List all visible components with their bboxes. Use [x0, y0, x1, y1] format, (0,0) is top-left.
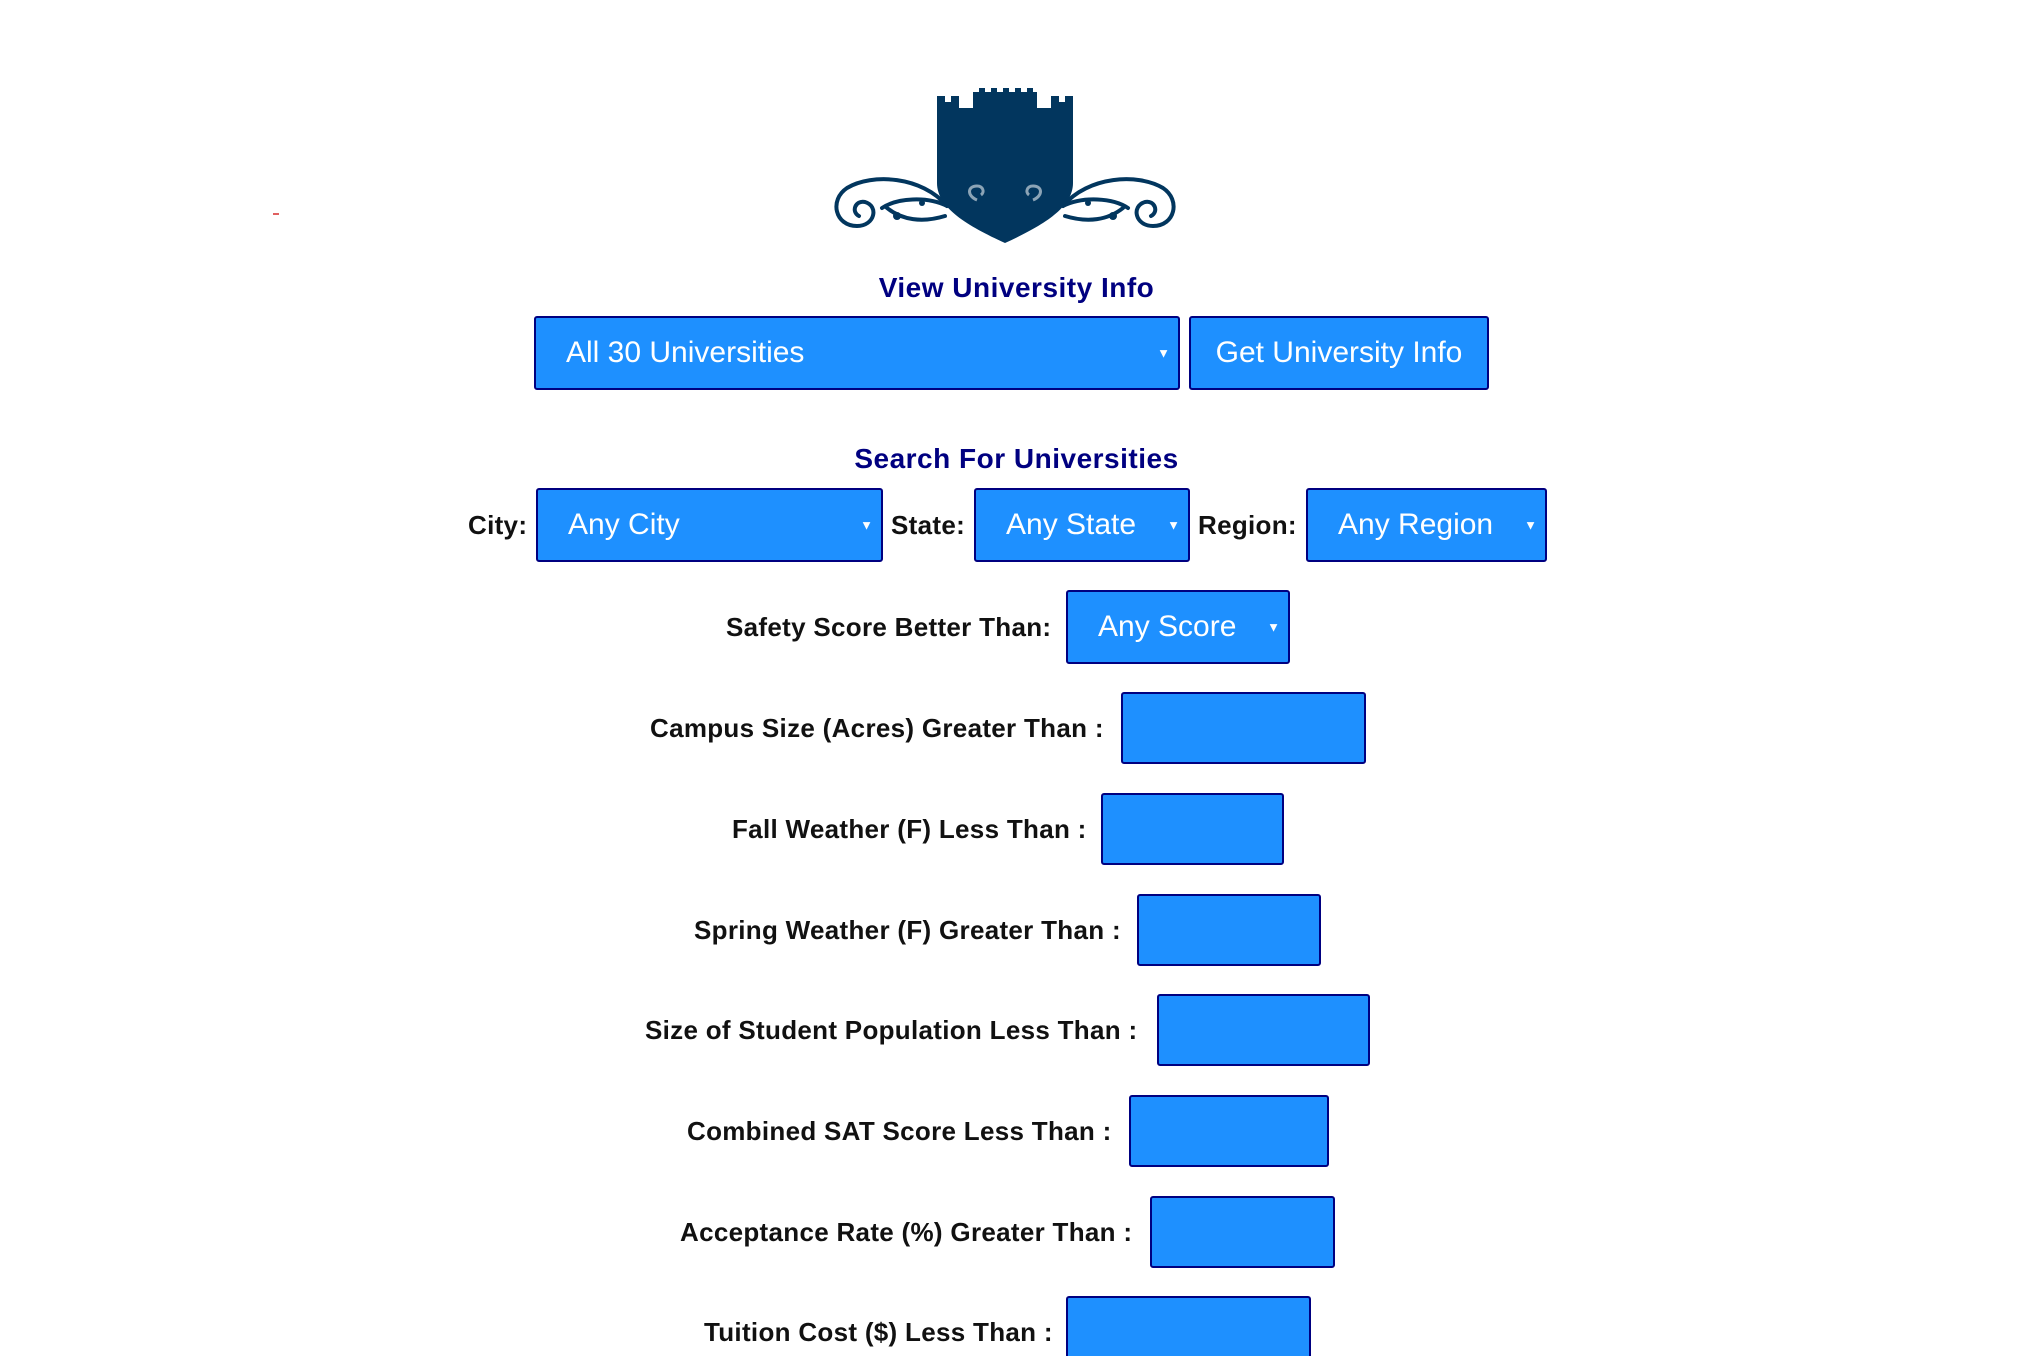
spring-weather-label: Spring Weather (F) Greater Than :: [694, 915, 1121, 945]
state-label: State:: [891, 510, 966, 540]
university-select-value: All 30 Universities: [566, 336, 805, 369]
city-select-value: Any City: [568, 508, 680, 541]
dropdown-arrow-icon: ▼: [1267, 619, 1280, 635]
dropdown-arrow-icon: ▼: [1157, 345, 1170, 361]
dropdown-arrow-icon: ▼: [1524, 517, 1537, 533]
sat-score-input[interactable]: [1129, 1095, 1329, 1167]
state-select[interactable]: Any State ▼: [974, 488, 1190, 562]
acceptance-rate-label: Acceptance Rate (%) Greater Than :: [680, 1217, 1133, 1247]
page: View University Info All 30 Universities…: [0, 0, 2033, 1356]
student-population-label: Size of Student Population Less Than :: [645, 1015, 1138, 1045]
fall-weather-label: Fall Weather (F) Less Than :: [732, 814, 1087, 844]
campus-size-input[interactable]: [1121, 692, 1366, 764]
spring-weather-input[interactable]: [1137, 894, 1321, 966]
fall-weather-input[interactable]: [1101, 793, 1284, 865]
stray-mark: [273, 213, 279, 215]
search-section-title: Search For Universities: [854, 443, 1179, 474]
region-select-value: Any Region: [1338, 508, 1494, 541]
city-label: City:: [468, 510, 528, 540]
university-select[interactable]: All 30 Universities ▼: [534, 316, 1180, 390]
view-section-title: View University Info: [878, 272, 1155, 303]
city-select[interactable]: Any City ▼: [536, 488, 883, 562]
region-select[interactable]: Any Region ▼: [1306, 488, 1547, 562]
campus-size-label: Campus Size (Acres) Greater Than :: [650, 713, 1104, 743]
dropdown-arrow-icon: ▼: [860, 517, 873, 533]
dropdown-arrow-icon: ▼: [1167, 517, 1180, 533]
state-select-value: Any State: [1006, 508, 1137, 541]
safety-score-label: Safety Score Better Than:: [726, 612, 1052, 642]
student-population-input[interactable]: [1157, 994, 1370, 1066]
tuition-cost-input[interactable]: [1066, 1296, 1311, 1356]
safety-score-select[interactable]: Any Score ▼: [1066, 590, 1290, 664]
castle-shield-icon: [834, 88, 1176, 243]
region-label: Region:: [1198, 510, 1297, 540]
sat-score-label: Combined SAT Score Less Than :: [687, 1116, 1112, 1146]
get-university-info-button[interactable]: Get University Info: [1189, 316, 1489, 390]
safety-score-select-value: Any Score: [1098, 610, 1237, 643]
acceptance-rate-input[interactable]: [1150, 1196, 1335, 1268]
tuition-cost-label: Tuition Cost ($) Less Than :: [704, 1317, 1053, 1347]
